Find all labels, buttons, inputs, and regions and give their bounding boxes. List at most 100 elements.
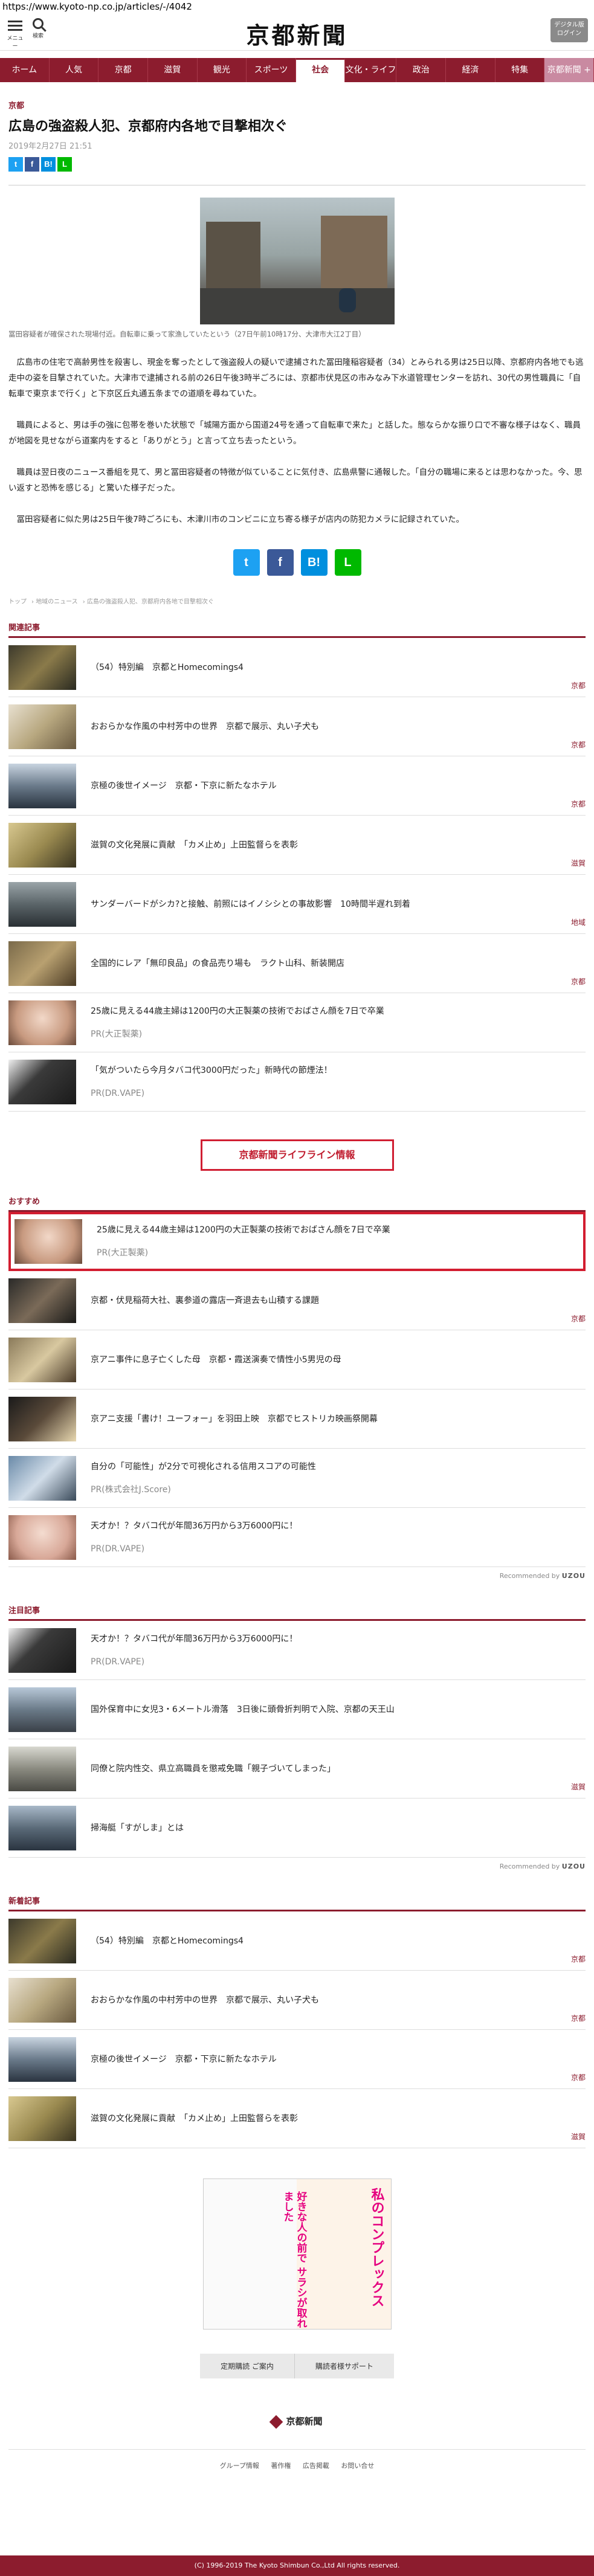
- list-item-category: 京都: [570, 681, 586, 690]
- list-item-title: おおらかな作風の中村芳中の世界 京都で展示、丸い子犬も: [91, 721, 319, 732]
- list-item[interactable]: サンダーバードがシカ?と接触、前照にはイノシシとの事故影響 10時間半遅れ到着 …: [8, 875, 586, 934]
- list-item[interactable]: （54）特別編 京都とHomecomings4 京都: [8, 1911, 586, 1971]
- list-item-title: （54）特別編 京都とHomecomings4: [91, 1936, 244, 1946]
- list-item-category: 京都: [570, 741, 586, 749]
- lifeline-button[interactable]: 京都新聞ライフライン情報: [200, 1139, 394, 1171]
- nav-item-plus[interactable]: 京都新聞 +: [544, 58, 594, 82]
- subscription-guide-button[interactable]: 定期購読 ご案内: [200, 2354, 294, 2378]
- digital-login-button[interactable]: デジタル版 ログイン: [550, 18, 588, 42]
- site-logo[interactable]: 京都新聞: [246, 17, 347, 50]
- manga-ad[interactable]: 私のコンプレックス 好きな人の前で サラシが取れました: [202, 2178, 392, 2330]
- facebook-share-icon[interactable]: f: [25, 157, 39, 172]
- thumbnail: [8, 1000, 76, 1045]
- list-item[interactable]: 掃海艇「すがしま」とは: [8, 1798, 586, 1858]
- list-item[interactable]: 京アニ支援「書け！ユーフォー」を羽田上映 京都でヒストリカ映画祭開幕: [8, 1389, 586, 1449]
- thumbnail: [8, 704, 76, 749]
- login-label: ログイン: [557, 30, 581, 37]
- article-title: 広島の強盗殺人犯、京都府内各地で目撃相次ぐ: [8, 119, 288, 134]
- footer-link[interactable]: 著作権: [271, 2462, 291, 2470]
- thumbnail: [8, 2037, 76, 2082]
- list-item[interactable]: 滋賀の文化発展に貢献 「カメ止め」上田監督らを表彰 滋賀: [8, 2089, 586, 2148]
- kyoto-np-logo-icon: [270, 2415, 283, 2429]
- thumbnail: [8, 2096, 76, 2141]
- thumbnail: [8, 1396, 76, 1441]
- nav-item-popular[interactable]: 人気: [50, 58, 99, 82]
- list-item[interactable]: 天才か！？タバコ代が年間36万円から3万6000円に！ PR(DR.VAPE): [8, 1621, 586, 1680]
- nav-item-politics[interactable]: 政治: [396, 58, 447, 82]
- list-item-title-text: 自分の「可能性」が2分で可視化される信用スコアの可能性: [91, 1461, 316, 1472]
- search-icon: [33, 18, 44, 29]
- twitter-share-icon[interactable]: t: [8, 157, 23, 172]
- list-item[interactable]: 25歳に見える44歳主婦は1200円の大正製薬の技術でおばさん顔を7日で卒業 P…: [8, 993, 586, 1052]
- featured-heading: 注目記事: [8, 1604, 586, 1621]
- line-share-icon[interactable]: L: [57, 157, 72, 172]
- breadcrumb-item[interactable]: 地域のニュース: [36, 599, 78, 605]
- footer-link[interactable]: グループ情報: [220, 2462, 259, 2470]
- search-button[interactable]: 検索: [29, 17, 47, 39]
- list-item-category: 京都: [570, 2014, 586, 2023]
- breadcrumb-item[interactable]: トップ: [8, 599, 27, 605]
- pr-label: PR(DR.VAPE): [91, 1088, 145, 1098]
- thumbnail: [8, 1628, 76, 1673]
- recommended-by[interactable]: Recommended by UZOU: [8, 1572, 586, 1580]
- list-item[interactable]: 自分の「可能性」が2分で可視化される信用スコアの可能性 PR(株式会社J.Sco…: [8, 1449, 586, 1508]
- copyright: (C) 1996-2019 The Kyoto Shimbun Co.,Ltd …: [0, 2555, 594, 2576]
- list-item[interactable]: 京極の後世イメージ 京都・下京に新たなホテル 京都: [8, 756, 586, 816]
- thumbnail: [8, 645, 76, 690]
- list-item[interactable]: 同僚と院内性交、県立高職員を懲戒免職「親子づいてしまった」 滋賀: [8, 1739, 586, 1798]
- list-item[interactable]: 滋賀の文化発展に貢献 「カメ止め」上田監督らを表彰 滋賀: [8, 816, 586, 875]
- list-item[interactable]: おおらかな作風の中村芳中の世界 京都で展示、丸い子犬も 京都: [8, 697, 586, 756]
- list-item[interactable]: 25歳に見える44歳主婦は1200円の大正製薬の技術でおばさん顔を7日で卒業 P…: [8, 1212, 586, 1271]
- nav-item-economy[interactable]: 経済: [446, 58, 496, 82]
- address-bar[interactable]: https://www.kyoto-np.co.jp/articles/-/40…: [0, 0, 594, 13]
- line-share-icon[interactable]: L: [334, 549, 361, 576]
- list-item-title: 同僚と院内性交、県立高職員を懲戒免職「親子づいてしまった」: [91, 1763, 336, 1774]
- thumbnail: [8, 881, 76, 927]
- list-item-title: （54）特別編 京都とHomecomings4: [91, 662, 244, 672]
- list-item[interactable]: 京アニ事件に息子亡くした母 京都・霞送演奏で情性小5男児の母: [8, 1330, 586, 1389]
- list-item-title: 天才か！？タバコ代が年間36万円から3万6000円に！ PR(DR.VAPE): [91, 1519, 297, 1556]
- nav-item-tourism[interactable]: 観光: [198, 58, 247, 82]
- list-item[interactable]: 「気がついたら今月タバコ代3000円だった」新時代の節煙法！ PR(DR.VAP…: [8, 1052, 586, 1112]
- list-item[interactable]: 全国的にレア「無印良品」の食品売り場も ラクト山科、新装開店 京都: [8, 934, 586, 993]
- uzou-logo: UZOU: [561, 1572, 586, 1580]
- related-list: （54）特別編 京都とHomecomings4 京都 おおらかな作風の中村芳中の…: [8, 638, 586, 1112]
- nav-item-feature[interactable]: 特集: [496, 58, 545, 82]
- nav-item-sports[interactable]: スポーツ: [247, 58, 296, 82]
- list-item-title: 京アニ支援「書け！ユーフォー」を羽田上映 京都でヒストリカ映画祭開幕: [91, 1414, 378, 1424]
- article-section[interactable]: 京都: [8, 99, 586, 111]
- nav-item-kyoto[interactable]: 京都: [98, 58, 148, 82]
- recommended-by[interactable]: Recommended by UZOU: [8, 1863, 586, 1870]
- pr-label: PR(DR.VAPE): [91, 1544, 145, 1554]
- thumbnail: [8, 1278, 76, 1323]
- menu-button[interactable]: メニュー: [6, 18, 24, 50]
- list-item[interactable]: 天才か！？タバコ代が年間36万円から3万6000円に！ PR(DR.VAPE): [8, 1508, 586, 1567]
- list-item-title: 滋賀の文化発展に貢献 「カメ止め」上田監督らを表彰: [91, 2113, 298, 2124]
- list-item-title-text: 「気がついたら今月タバコ代3000円だった」新時代の節煙法！: [91, 1065, 332, 1075]
- hatena-share-icon[interactable]: B!: [41, 157, 56, 172]
- article-photo[interactable]: [199, 198, 395, 324]
- hatena-share-icon[interactable]: B!: [300, 549, 328, 576]
- thumbnail: [8, 822, 76, 868]
- list-item-title: サンダーバードがシカ?と接触、前照にはイノシシとの事故影響 10時間半遅れ到着: [91, 899, 410, 909]
- nav-item-society[interactable]: 社会: [295, 58, 346, 82]
- nav-item-home[interactable]: ホーム: [0, 58, 50, 82]
- footer-logo[interactable]: 京都新聞: [8, 2415, 586, 2429]
- twitter-share-icon[interactable]: t: [233, 549, 260, 576]
- thumbnail: [8, 1918, 76, 1963]
- list-item[interactable]: 京極の後世イメージ 京都・下京に新たなホテル 京都: [8, 2030, 586, 2089]
- list-item[interactable]: 国外保育中に女児3・6メートル滑落 3日後に頭骨折判明で入院、京都の天王山: [8, 1680, 586, 1739]
- share-bar-top: t f B! L: [8, 157, 586, 172]
- list-item[interactable]: 京都・伏見稲荷大社、裏参道の露店一斉退去も山積する課題 京都: [8, 1271, 586, 1330]
- facebook-share-icon[interactable]: f: [266, 549, 294, 576]
- list-item-category: 京都: [570, 977, 586, 986]
- list-item[interactable]: おおらかな作風の中村芳中の世界 京都で展示、丸い子犬も 京都: [8, 1971, 586, 2030]
- footer-link[interactable]: 広告掲載: [303, 2462, 329, 2470]
- list-item[interactable]: （54）特別編 京都とHomecomings4 京都: [8, 638, 586, 697]
- nav-item-culture[interactable]: 文化・ライフ: [345, 58, 397, 82]
- pr-label: PR(大正製薬): [97, 1248, 149, 1258]
- thumbnail: [8, 1977, 76, 2023]
- subscriber-support-button[interactable]: 購読者様サポート: [294, 2354, 394, 2378]
- nav-item-shiga[interactable]: 滋賀: [148, 58, 198, 82]
- footer-link[interactable]: お問い合せ: [341, 2462, 374, 2470]
